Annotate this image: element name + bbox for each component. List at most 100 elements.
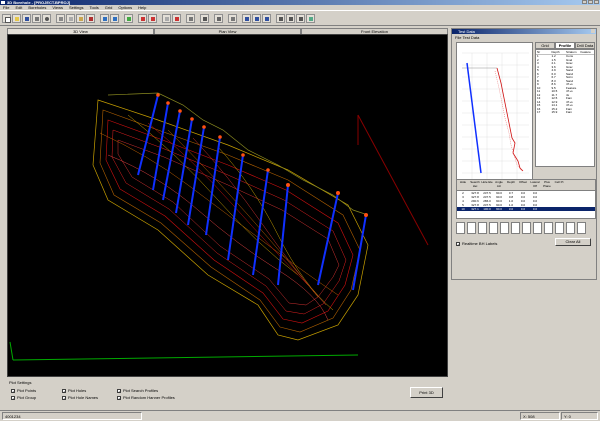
export-icon[interactable]: [306, 14, 315, 23]
checkbox-box[interactable]: ✓: [117, 388, 121, 393]
profile-view-icon[interactable]: [511, 222, 520, 234]
zoom-icon[interactable]: [42, 14, 51, 23]
rotate-icon[interactable]: [242, 14, 251, 23]
tools-icon[interactable]: [276, 14, 285, 23]
hole-cell: [541, 207, 553, 211]
pan-icon[interactable]: [252, 14, 261, 23]
checkbox-label: Plot Points: [17, 388, 37, 393]
print-3d-button[interactable]: Print 3D: [410, 387, 443, 398]
point-icon[interactable]: [296, 14, 305, 23]
delete-icon[interactable]: [86, 14, 95, 23]
panel-title: Test Data: [458, 29, 475, 34]
hole-rows: 2 327.8 237.5 90.0 0.7 0.0 0.0 3 327.8 237.5 90.0 0…: [457, 191, 595, 211]
column-header: Angle Azi: [495, 180, 503, 188]
undo-icon[interactable]: [100, 14, 109, 23]
profile-view-icon[interactable]: [522, 222, 531, 234]
hole-cell: 3.0: [508, 207, 514, 211]
table-cell: 15.9: [551, 111, 558, 114]
close-icon[interactable]: [594, 0, 599, 4]
copy-icon[interactable]: [66, 14, 75, 23]
plot-hole-names-checkbox[interactable]: ✓ Plot Hole Names: [62, 395, 98, 400]
lock-icon[interactable]: [214, 14, 223, 23]
tab-profile[interactable]: Profile: [555, 42, 575, 49]
stratum-table: Nr Depth Stratum Feature 1 1.2 Cons 2 1.5 Gve…: [535, 49, 595, 167]
plot-group-checkbox[interactable]: ✓ Plot Group: [11, 395, 36, 400]
stratum-rows: 1 1.2 Cons 2 1.5 Gvel 3 2.1 Grav 4 3.6 Grav 5 4.9 Sand…: [536, 55, 594, 115]
plot-points-checkbox[interactable]: ✓ Plot Points: [11, 388, 36, 393]
tab-grid[interactable]: Grid: [535, 42, 555, 49]
checkbox-box[interactable]: ✓: [11, 388, 15, 393]
minimize-icon[interactable]: [582, 0, 587, 4]
draw-icon[interactable]: [262, 14, 271, 23]
checkbox-box[interactable]: ✓: [62, 395, 66, 400]
checkbox-label: Plot Group: [17, 395, 37, 400]
status-bar: 4001234 X: 508 Y: 0: [0, 410, 600, 421]
table-cell: Fam: [566, 111, 572, 114]
contour-icon[interactable]: [172, 14, 181, 23]
profile-view-icon[interactable]: [544, 222, 553, 234]
panel-close-icon[interactable]: [591, 29, 595, 33]
hole-cell: [553, 207, 565, 211]
plot-holes-checkbox[interactable]: ✓ Plot Holes: [62, 388, 86, 393]
column-header: Hole Ele: [481, 180, 493, 184]
checkbox-label: Plot Holes: [68, 388, 87, 393]
profile-view-icon[interactable]: [577, 222, 586, 234]
save-icon[interactable]: [22, 14, 31, 23]
plot-search-profiles-checkbox[interactable]: ✓ Plot Search Profiles: [117, 388, 158, 393]
profile-view-icon[interactable]: [555, 222, 564, 234]
new-file-icon[interactable]: [2, 14, 11, 23]
window-controls: [582, 0, 599, 4]
3d-viewport[interactable]: [7, 34, 448, 377]
table-row[interactable]: 17 15.9 Fam: [536, 111, 594, 115]
borehole-icon[interactable]: [200, 14, 209, 23]
profile-view-icon[interactable]: [533, 222, 542, 234]
paste-icon[interactable]: [76, 14, 85, 23]
profile-view-icon[interactable]: [500, 222, 509, 234]
checkbox-box[interactable]: ✓: [117, 395, 121, 400]
profile-view-icon[interactable]: [478, 222, 487, 234]
column-header: Nr: [537, 50, 541, 54]
hole-row[interactable]: 10 327.1 100.0 90.0 3.0 0.0 0.0: [457, 207, 595, 211]
profile-view-icon[interactable]: [566, 222, 575, 234]
panel-file-label: File Test Data: [455, 35, 480, 40]
3d-model-canvas[interactable]: [8, 35, 447, 376]
checkbox-box[interactable]: ✓: [456, 241, 460, 246]
column-header: Lateral Off: [530, 180, 540, 188]
profile-view-icon[interactable]: [456, 222, 465, 234]
borehole-profile-plot: [456, 42, 533, 191]
layers-icon[interactable]: [162, 14, 171, 23]
select-icon[interactable]: [186, 14, 195, 23]
boreholes: [137, 94, 367, 291]
realtime-bh-labels-checkbox[interactable]: ✓ Realtime BH Labels: [456, 241, 497, 246]
hole-cell: 100.0: [483, 207, 491, 211]
maximize-icon[interactable]: [588, 0, 593, 4]
tab-label: Grid: [541, 43, 549, 48]
cut-icon[interactable]: [56, 14, 65, 23]
tab-drill-data[interactable]: Drill Data: [575, 42, 595, 49]
checkbox-box[interactable]: ✓: [11, 395, 15, 400]
hole-cell: 0.0: [532, 207, 538, 211]
measure-icon[interactable]: [286, 14, 295, 23]
hole-cell: 327.1: [471, 207, 479, 211]
clear-all-button[interactable]: Clear All: [555, 238, 591, 246]
profile-stratum-line: [496, 67, 524, 172]
hole-cell: 0.0: [520, 207, 526, 211]
profile-icon[interactable]: [138, 14, 147, 23]
column-header: Offset: [519, 180, 527, 184]
checkbox-box[interactable]: ✓: [62, 388, 66, 393]
plot-random-profiles-checkbox[interactable]: ✓ Plot Random Hanner Profiles: [117, 395, 175, 400]
section-icon[interactable]: [148, 14, 157, 23]
test-data-panel: Test Data File Test Data Grid Profile Dr…: [451, 28, 597, 280]
y-axis-line: [357, 114, 429, 246]
open-folder-icon[interactable]: [12, 14, 21, 23]
panel-tabs: Grid Profile Drill Data: [535, 42, 595, 49]
profile-view-icon[interactable]: [467, 222, 476, 234]
profile-view-icon[interactable]: [489, 222, 498, 234]
x-axis-line: [12, 354, 359, 361]
print-icon[interactable]: [32, 14, 41, 23]
move-icon[interactable]: [228, 14, 237, 23]
hole-table-header: Hide Search Hei Hole Ele Angle Azi Depth…: [457, 180, 595, 191]
grid-icon[interactable]: [124, 14, 133, 23]
redo-icon[interactable]: [110, 14, 119, 23]
z-axis-line: [9, 341, 14, 361]
